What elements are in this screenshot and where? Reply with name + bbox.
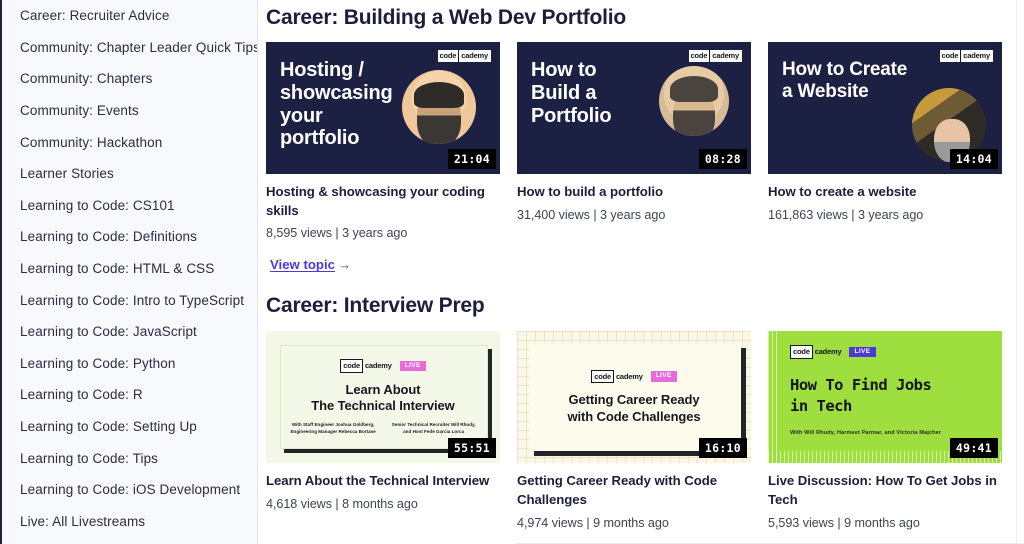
sidebar-item-learning-to-code-r[interactable]: Learning to Code: R xyxy=(2,379,257,411)
view-topic-link[interactable]: View topic → xyxy=(270,257,351,272)
logo-code-text: code xyxy=(437,50,460,62)
sidebar-item-learning-to-code-tips[interactable]: Learning to Code: Tips xyxy=(2,442,257,474)
sidebar-item-learning-to-code-cs101[interactable]: Learning to Code: CS101 xyxy=(2,190,257,222)
slide-presenters: With Will Rhudy, Harmeet Parmar, and Vic… xyxy=(790,430,942,437)
logo-cademy-text: cademy xyxy=(615,371,643,381)
slide-logo-row: code cademy LIVE xyxy=(340,359,426,373)
logo-code-text: code xyxy=(591,369,614,384)
sidebar-item-learning-to-code-intro-to-typescript[interactable]: Learning to Code: Intro to TypeScript xyxy=(2,284,257,316)
arrow-right-icon: → xyxy=(337,257,352,273)
main-content: Career: Building a Web Dev Portfolio Hos… xyxy=(258,0,1024,544)
duration-badge: 08:28 xyxy=(698,149,747,169)
section-web-dev-portfolio: Career: Building a Web Dev Portfolio Hos… xyxy=(258,0,1016,274)
sidebar-item-career-recruiter-advice[interactable]: Career: Recruiter Advice xyxy=(2,0,257,32)
video-title[interactable]: How to create a website xyxy=(768,183,1002,202)
video-title[interactable]: Live Discussion: How To Get Jobs in Tech xyxy=(768,472,1002,509)
video-thumbnail[interactable]: code cademy LIVE How To Find Jobs in Tech… xyxy=(768,331,1002,464)
live-badge: LIVE xyxy=(399,360,426,372)
video-meta: 8,595 views | 3 years ago xyxy=(266,226,408,241)
codecademy-logo: code cademy xyxy=(688,50,742,62)
logo-code-text: code xyxy=(790,345,813,359)
live-badge: LIVE xyxy=(849,346,876,358)
video-title[interactable]: Learn About the Technical Interview xyxy=(266,472,500,491)
video-meta: 161,863 views | 3 years ago xyxy=(768,207,924,222)
sidebar-item-community-events[interactable]: Community: Events xyxy=(2,95,257,127)
video-card[interactable]: How to Create a Website code cademy 14:04… xyxy=(768,42,1002,274)
video-meta: 4,974 views | 9 months ago xyxy=(517,515,669,530)
logo-code-text: code xyxy=(688,50,711,62)
video-card[interactable]: code cademy LIVE How To Find Jobs in Tech… xyxy=(768,331,1002,530)
video-card[interactable]: Hosting / showcasing your portfolio code… xyxy=(266,42,500,274)
video-thumbnail[interactable]: How to Build a Portfolio code cademy 08:2… xyxy=(517,42,751,174)
presenter-left: With Staff Engineer Joshua Goldberg, Eng… xyxy=(290,422,376,434)
section-title: Career: Interview Prep xyxy=(266,294,485,318)
duration-badge: 55:51 xyxy=(447,438,496,459)
logo-code-text: code xyxy=(340,359,363,373)
codecademy-logo: code cademy xyxy=(340,359,394,373)
section-interview-prep: Career: Interview Prep codecademy LIVE xyxy=(258,274,1016,530)
video-thumbnail[interactable]: code cademy LIVE Getting Career Ready wit… xyxy=(517,331,751,464)
logo-cademy-text: cademy xyxy=(459,50,491,62)
sidebar-list: Career: Recruiter Advice Community: Chap… xyxy=(2,0,257,544)
thumbnail-heading: How to Build a Portfolio xyxy=(531,59,612,127)
logo-code-text: code xyxy=(939,50,962,62)
card-grid: code cademy LIVE Learn About The Technica… xyxy=(262,331,1016,530)
slide-logo-row: code cademy LIVE xyxy=(790,345,876,359)
view-topic-label: View topic xyxy=(270,257,335,273)
thumbnail-heading: How to Create a Website xyxy=(782,59,908,102)
video-thumbnail[interactable]: Hosting / showcasing your portfolio code… xyxy=(266,42,500,174)
duration-badge: 14:04 xyxy=(949,149,998,169)
thumbnail-hatch-left xyxy=(768,331,780,464)
section-title: Career: Building a Web Dev Portfolio xyxy=(266,6,626,29)
video-meta: 5,593 views | 9 months ago xyxy=(768,515,920,530)
video-card[interactable]: code cademy LIVE Learn About The Technica… xyxy=(266,331,500,529)
logo-cademy-text: cademy xyxy=(814,347,842,357)
logo-cademy-text: cademy xyxy=(364,361,392,371)
page-root: Career: Recruiter Advice Community: Chap… xyxy=(0,0,1024,544)
sidebar-item-community-chapters[interactable]: Community: Chapters xyxy=(2,63,257,95)
presenter-avatar xyxy=(659,66,729,136)
video-title[interactable]: Hosting & showcasing your coding skills xyxy=(266,183,500,220)
slide-presenters: With Staff Engineer Joshua Goldberg, Eng… xyxy=(290,422,475,436)
video-meta: 31,400 views | 3 years ago xyxy=(517,207,666,222)
video-card[interactable]: How to Build a Portfolio code cademy 08:2… xyxy=(517,42,751,274)
codecademy-logo: code cademy xyxy=(437,50,491,62)
vertical-scrollbar[interactable] xyxy=(1016,0,1024,544)
video-title[interactable]: How to build a portfolio xyxy=(517,183,751,202)
duration-badge: 21:04 xyxy=(447,149,496,169)
sidebar-item-live-augmented-reality[interactable]: Live: Augmented Reality xyxy=(2,537,257,544)
video-title[interactable]: Getting Career Ready with Code Challenge… xyxy=(517,472,751,509)
logo-cademy-text: cademy xyxy=(961,50,993,62)
sidebar-item-learning-to-code-setting-up[interactable]: Learning to Code: Setting Up xyxy=(2,411,257,443)
codecademy-logo: code cademy xyxy=(591,369,645,384)
video-card[interactable]: code cademy LIVE Getting Career Ready wit… xyxy=(517,331,751,530)
sidebar-item-learning-to-code-javascript[interactable]: Learning to Code: JavaScript xyxy=(2,316,257,348)
presenter-avatar xyxy=(402,70,476,144)
sidebar-item-community-chapter-leader-quick-tips[interactable]: Community: Chapter Leader Quick Tips xyxy=(2,32,257,64)
sidebar-item-community-hackathon[interactable]: Community: Hackathon xyxy=(2,126,257,158)
video-meta: 4,618 views | 8 months ago xyxy=(266,497,418,512)
logo-cademy-text: cademy xyxy=(710,50,742,62)
slide-title: How To Find Jobs in Tech xyxy=(790,376,932,415)
sidebar-item-learning-to-code-html-css[interactable]: Learning to Code: HTML & CSS xyxy=(2,253,257,285)
slide-title: Getting Career Ready with Code Challenge… xyxy=(567,392,701,424)
card-grid: Hosting / showcasing your portfolio code… xyxy=(262,42,1016,274)
live-badge: LIVE xyxy=(650,371,677,382)
codecademy-logo: code cademy xyxy=(939,50,993,62)
thumbnail-heading: Hosting / showcasing your portfolio xyxy=(280,59,393,150)
sidebar-item-learner-stories[interactable]: Learner Stories xyxy=(2,158,257,190)
presenter-right: Senior Technical Recruiter Will Rhudy, a… xyxy=(391,422,476,434)
codecademy-logo: code cademy xyxy=(790,345,844,359)
video-thumbnail[interactable]: How to Create a Website code cademy 14:04 xyxy=(768,42,1002,174)
sidebar-item-learning-to-code-ios-development[interactable]: Learning to Code: iOS Development xyxy=(2,474,257,506)
sidebar-item-learning-to-code-definitions[interactable]: Learning to Code: Definitions xyxy=(2,221,257,253)
sidebar: Career: Recruiter Advice Community: Chap… xyxy=(0,0,258,544)
slide-title: Learn About The Technical Interview xyxy=(311,381,455,413)
sidebar-item-live-all-livestreams[interactable]: Live: All Livestreams xyxy=(2,506,257,538)
duration-badge: 16:10 xyxy=(698,438,747,459)
slide-logo-row: code cademy LIVE xyxy=(591,369,677,384)
duration-badge: 49:41 xyxy=(949,438,998,459)
video-thumbnail[interactable]: code cademy LIVE Learn About The Technica… xyxy=(266,331,500,464)
sidebar-item-learning-to-code-python[interactable]: Learning to Code: Python xyxy=(2,348,257,380)
